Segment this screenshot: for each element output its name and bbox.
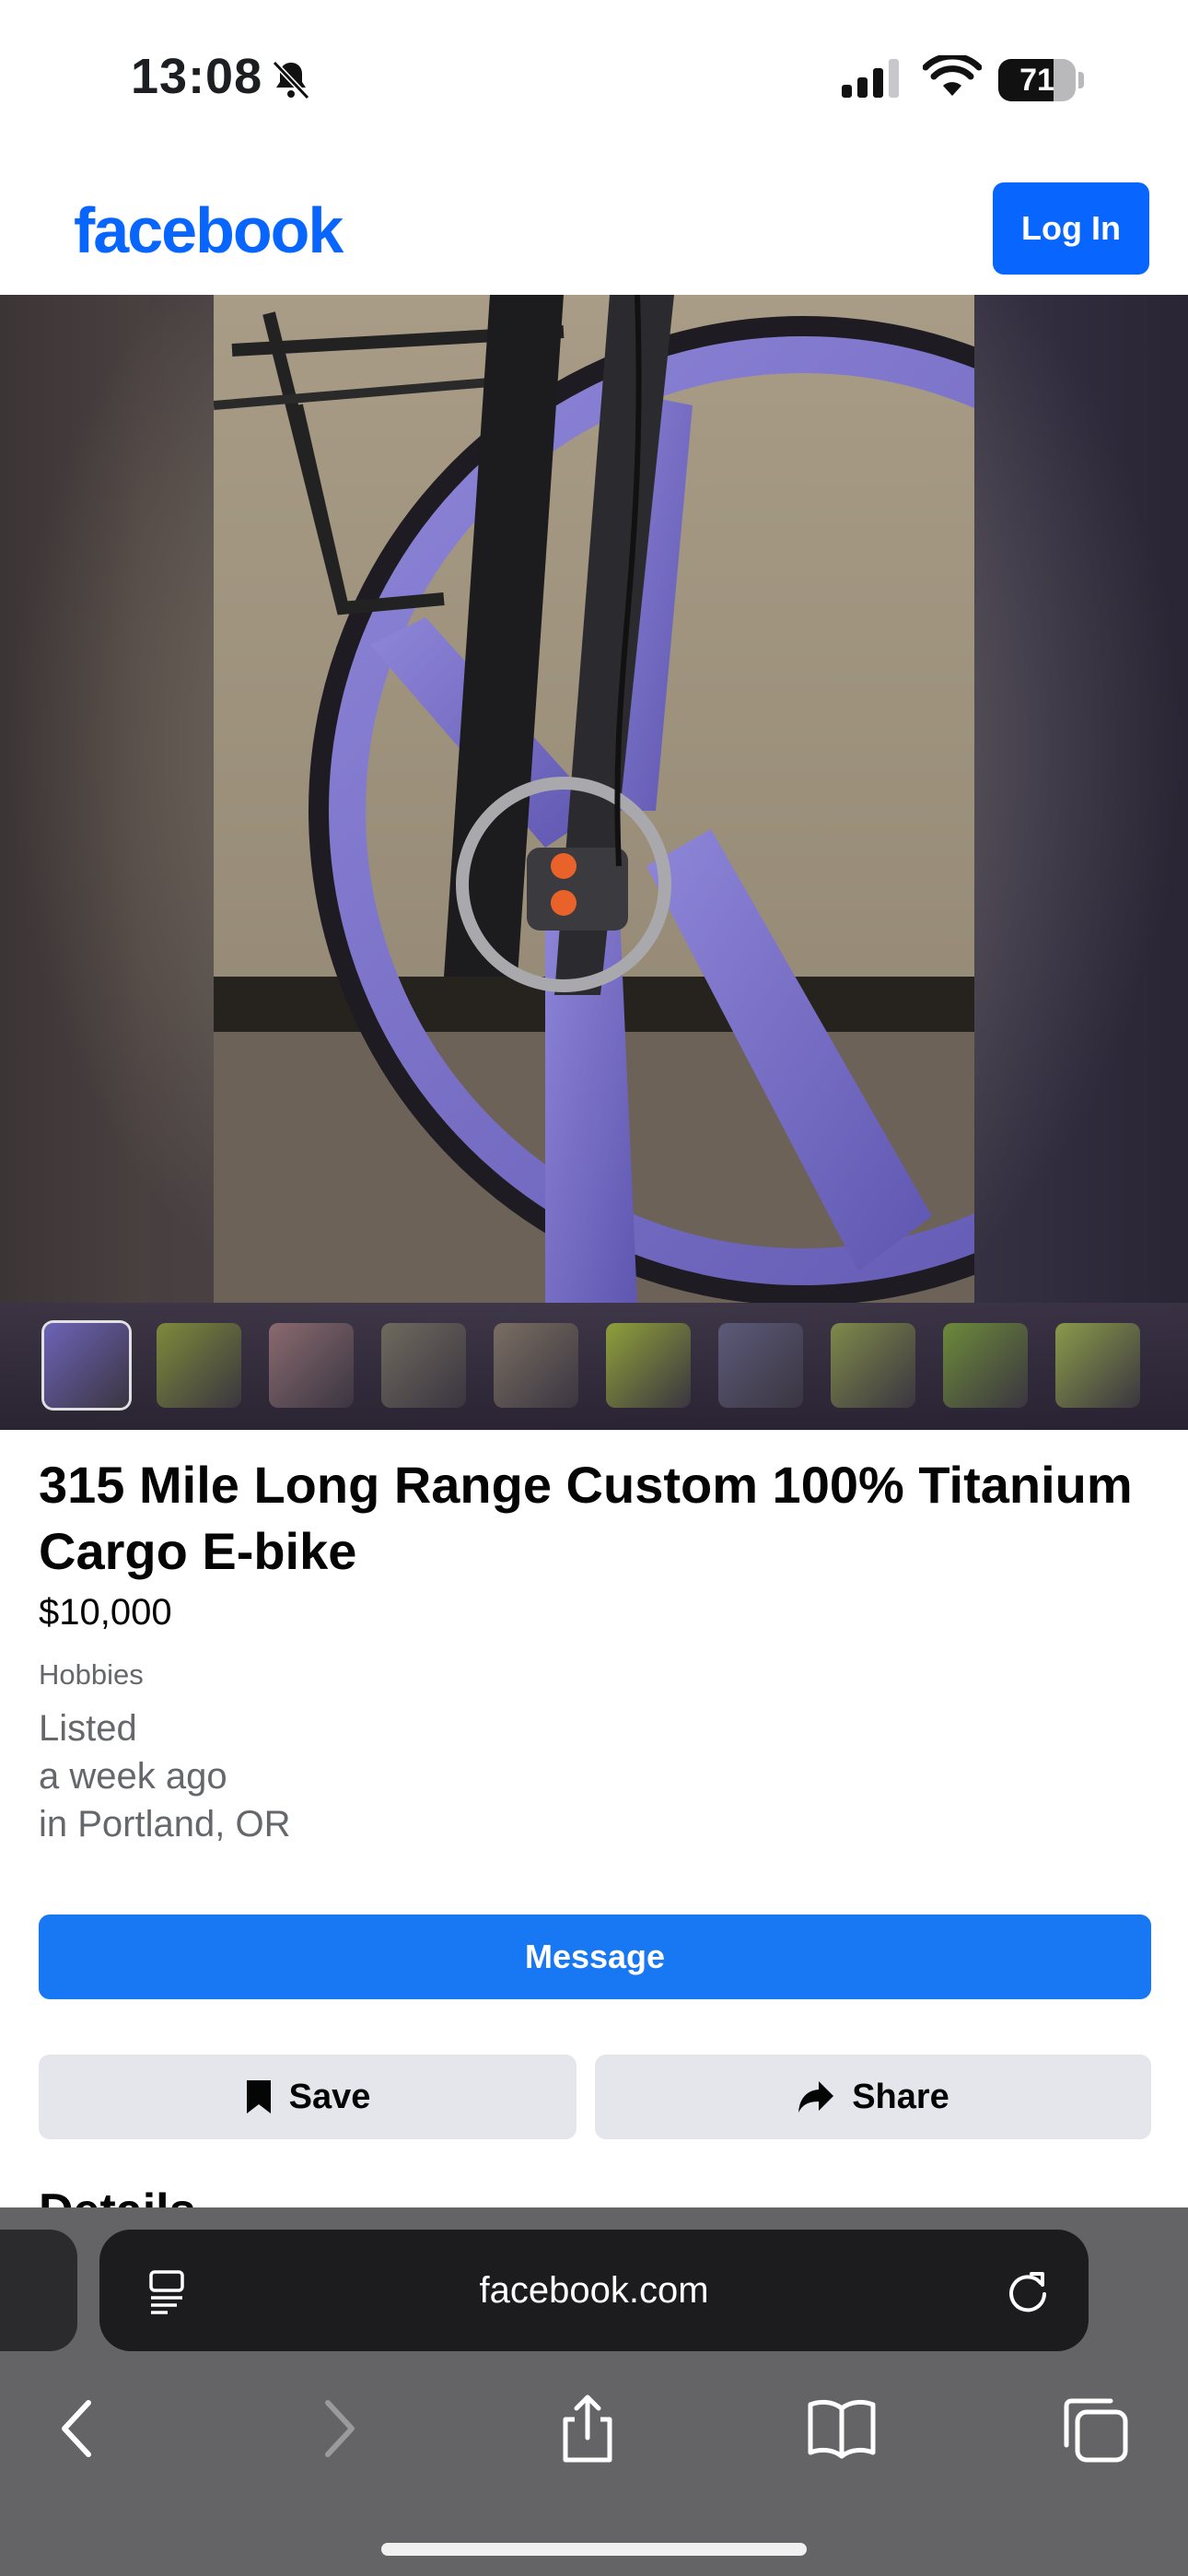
address-bar[interactable]: facebook.com [99,2230,1089,2351]
thumbnail-photo[interactable] [1055,1323,1140,1408]
listing-price: $10,000 [39,1592,172,1633]
thumbnail-strip [0,1303,1188,1430]
listed-time: a week ago [39,1756,227,1797]
status-bar: 13:08 71 [0,0,1188,157]
share-arrow-icon [798,2081,834,2113]
forward-icon[interactable] [300,2392,374,2465]
battery-percentage: 71 [1019,63,1054,98]
message-button[interactable]: Message [39,1914,1151,1999]
main-listing-photo[interactable] [214,295,974,1303]
bookmark-icon [246,2080,271,2113]
save-button[interactable]: Save [39,2055,577,2139]
photo-gallery [0,295,1188,1430]
thumbnail-photo[interactable] [718,1323,803,1408]
save-label: Save [288,2077,371,2116]
wifi-icon [923,55,982,96]
listed-location: in Portland, OR [39,1804,291,1844]
share-label: Share [852,2077,949,2116]
thumbnail-photo[interactable] [44,1323,129,1408]
url-text[interactable]: facebook.com [99,2230,1089,2351]
reload-icon[interactable] [1004,2266,1052,2314]
listing-info: Listed a week ago in Portland, OR [39,1704,290,1848]
back-icon[interactable] [42,2392,116,2465]
listing-title: 315 Mile Long Range Custom 100% Titanium… [39,1456,1133,1580]
listed-label: Listed [39,1708,137,1749]
status-time: 13:08 [131,49,263,104]
home-indicator[interactable] [381,2543,807,2556]
listing-category[interactable]: Hobbies [39,1658,144,1692]
share-sheet-icon[interactable] [551,2392,624,2465]
tabs-icon[interactable] [1057,2392,1131,2465]
facebook-header: facebook Log In [0,157,1188,295]
thumbnail-photo[interactable] [157,1323,241,1408]
thumbnail-photo[interactable] [381,1323,466,1408]
bookmarks-icon[interactable] [805,2392,879,2465]
facebook-logo[interactable]: facebook [74,193,344,267]
thumbnail-photo[interactable] [831,1323,915,1408]
cellular-signal-icon [842,59,899,98]
share-button[interactable]: Share [595,2055,1151,2139]
silent-bell-icon [272,60,310,100]
thumbnail-photo[interactable] [494,1323,578,1408]
log-in-button[interactable]: Log In [993,182,1149,275]
browser-toolbar: facebook.com [0,2207,1188,2576]
thumbnail-photo[interactable] [943,1323,1028,1408]
thumbnail-photo[interactable] [269,1323,354,1408]
thumbnail-photo[interactable] [606,1323,691,1408]
battery-icon: 71 [998,59,1084,101]
previous-tab-preview[interactable] [0,2230,77,2351]
